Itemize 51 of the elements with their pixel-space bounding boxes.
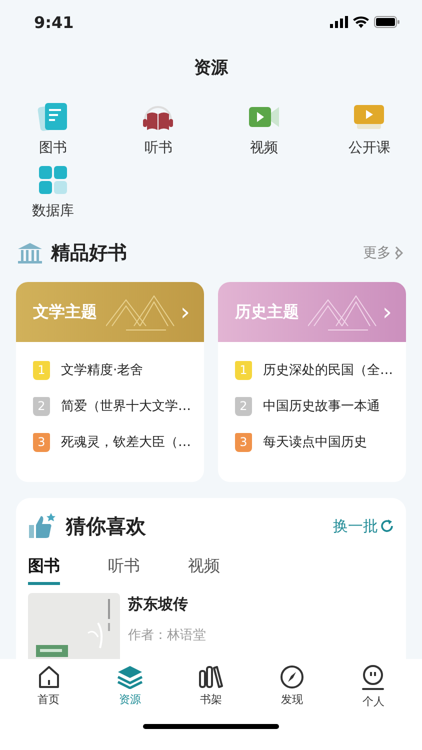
rank-badge: 2 — [33, 396, 50, 416]
book-icon — [36, 102, 69, 132]
home-icon — [38, 665, 60, 689]
book-title[interactable]: 文学精度·老舍 — [61, 361, 144, 379]
book-title[interactable]: 中国历史故事一本通 — [263, 397, 380, 415]
book-title[interactable]: 每天读点中国历史 — [263, 433, 367, 451]
thumbs-up-icon — [28, 512, 56, 540]
category-tab[interactable]: 听书 — [108, 556, 140, 585]
resource-item[interactable]: 图书 — [0, 102, 106, 157]
book-author: 作者：林语堂 — [128, 627, 206, 644]
book-title[interactable]: 苏东坡传 — [128, 595, 206, 614]
more-arrow-icon — [393, 245, 405, 261]
signal-icon — [330, 16, 348, 28]
tab-bar-item[interactable]: 个人 — [343, 665, 404, 721]
book-title[interactable]: 历史深处的民国（全… — [263, 361, 393, 379]
rank-badge: 3 — [235, 432, 252, 452]
rank-badge: 3 — [33, 432, 50, 452]
resource-item[interactable]: 听书 — [106, 102, 211, 157]
theme-title: 历史主题 — [235, 302, 299, 322]
resource-item[interactable]: 数据库 — [0, 165, 106, 220]
tab-bar-item[interactable]: 资源 — [100, 665, 160, 721]
rank-badge: 1 — [235, 360, 252, 380]
bookshelf-icon — [198, 665, 223, 689]
tab-bar-item[interactable]: 首页 — [18, 665, 79, 721]
tab-bar-item[interactable]: 发现 — [262, 665, 322, 721]
page-title: 资源 — [193, 57, 230, 80]
category-tab[interactable]: 图书 — [28, 556, 60, 585]
book-title[interactable]: 死魂灵，钦差大臣（… — [61, 433, 191, 451]
section-title: 精品好书 — [51, 241, 127, 266]
book-title[interactable]: 简爱（世界十大文学… — [61, 397, 191, 415]
resource-item[interactable]: 视频 — [211, 102, 316, 157]
category-tab[interactable]: 视频 — [188, 556, 220, 585]
rank-badge: 2 — [235, 396, 252, 416]
person-icon — [361, 665, 386, 691]
resource-item[interactable]: 公开课 — [316, 102, 422, 157]
grid-icon — [38, 165, 68, 195]
layers-icon — [116, 665, 143, 689]
museum-icon — [17, 242, 43, 264]
refresh-icon — [380, 519, 394, 533]
tab-bar-item[interactable]: 书架 — [180, 665, 241, 721]
theme-title: 文学主题 — [33, 302, 97, 322]
chevron-icon: › — [180, 300, 190, 324]
chevron-icon: › — [382, 300, 392, 324]
wifi-icon — [353, 16, 369, 28]
battery-icon — [374, 16, 400, 28]
presentation-screen-icon — [353, 102, 386, 132]
rank-badge: 1 — [33, 360, 50, 380]
refresh-link[interactable]: 换一批 — [333, 516, 394, 536]
section-title: 猜你喜欢 — [66, 512, 146, 540]
status-time: 9:41 — [34, 12, 74, 32]
compass-icon — [280, 665, 304, 689]
